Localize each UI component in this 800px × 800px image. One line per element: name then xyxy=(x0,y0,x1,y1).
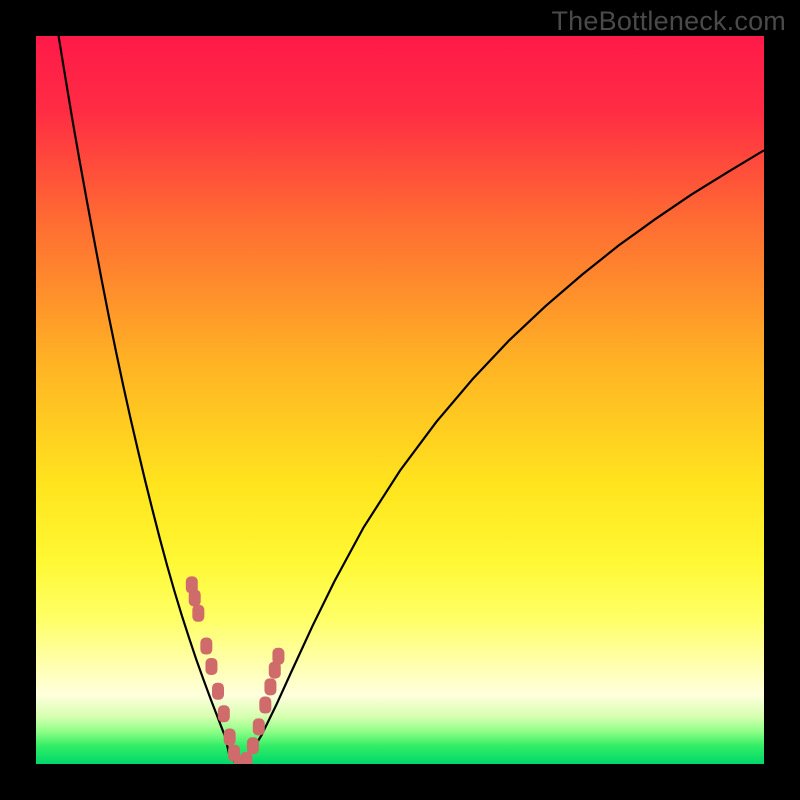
plot-area xyxy=(36,36,764,764)
chart-frame: TheBottleneck.com xyxy=(0,0,800,800)
watermark-text: TheBottleneck.com xyxy=(551,6,786,37)
background-gradient xyxy=(36,36,764,764)
